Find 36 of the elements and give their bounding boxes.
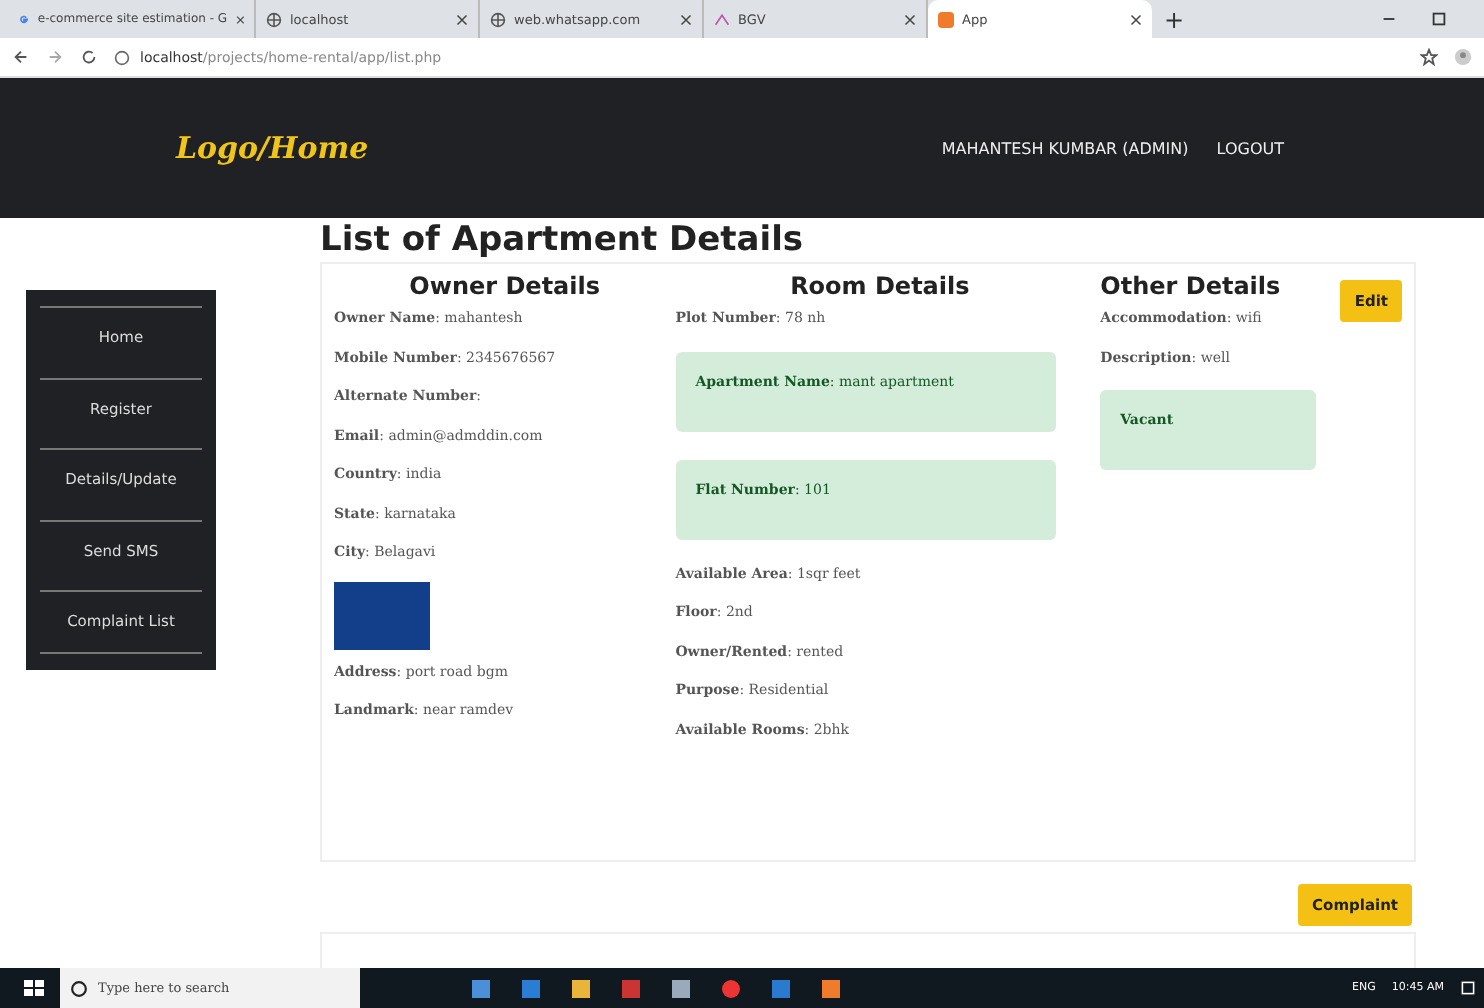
close-icon[interactable] [680,13,692,25]
section-heading: Owner Details [407,272,603,300]
globe-icon [266,11,282,27]
app-icon[interactable] [522,979,540,997]
photo-placeholder [334,581,430,649]
reload-icon[interactable] [80,48,98,66]
section-heading: Other Details [1100,272,1283,300]
notification-icon[interactable] [1460,980,1476,996]
new-tab-button[interactable]: + [1164,5,1185,33]
app-icon [938,11,954,27]
app-icon[interactable] [472,979,490,997]
close-icon[interactable] [456,13,468,25]
profile-icon[interactable] [1454,48,1472,66]
browser-icon[interactable] [722,979,740,997]
close-icon[interactable] [904,13,916,25]
back-arrow-icon[interactable] [12,48,30,66]
app-icon[interactable] [622,979,640,997]
app-icon[interactable] [672,979,690,997]
close-icon[interactable] [1130,13,1142,25]
close-icon[interactable] [235,13,244,25]
globe-icon [490,11,506,27]
info-icon [114,49,130,65]
page-title: List of Apartment Details [320,218,806,262]
tab-icon [18,11,30,27]
maximize-icon[interactable] [1430,10,1448,28]
windows-start-icon[interactable] [24,978,44,998]
tab-icon [714,11,730,27]
app-icon[interactable] [822,979,840,997]
section-heading: Room Details [788,272,972,300]
search-icon [70,979,88,997]
user-link[interactable]: MAHANTESH KUMBAR (ADMIN) [941,139,1189,157]
logout-link[interactable]: LOGOUT [1216,139,1284,157]
star-icon[interactable] [1420,48,1438,66]
logo-link[interactable]: Logo/Home [176,130,369,166]
folder-icon[interactable] [572,979,590,997]
code-editor-icon[interactable] [772,979,790,997]
